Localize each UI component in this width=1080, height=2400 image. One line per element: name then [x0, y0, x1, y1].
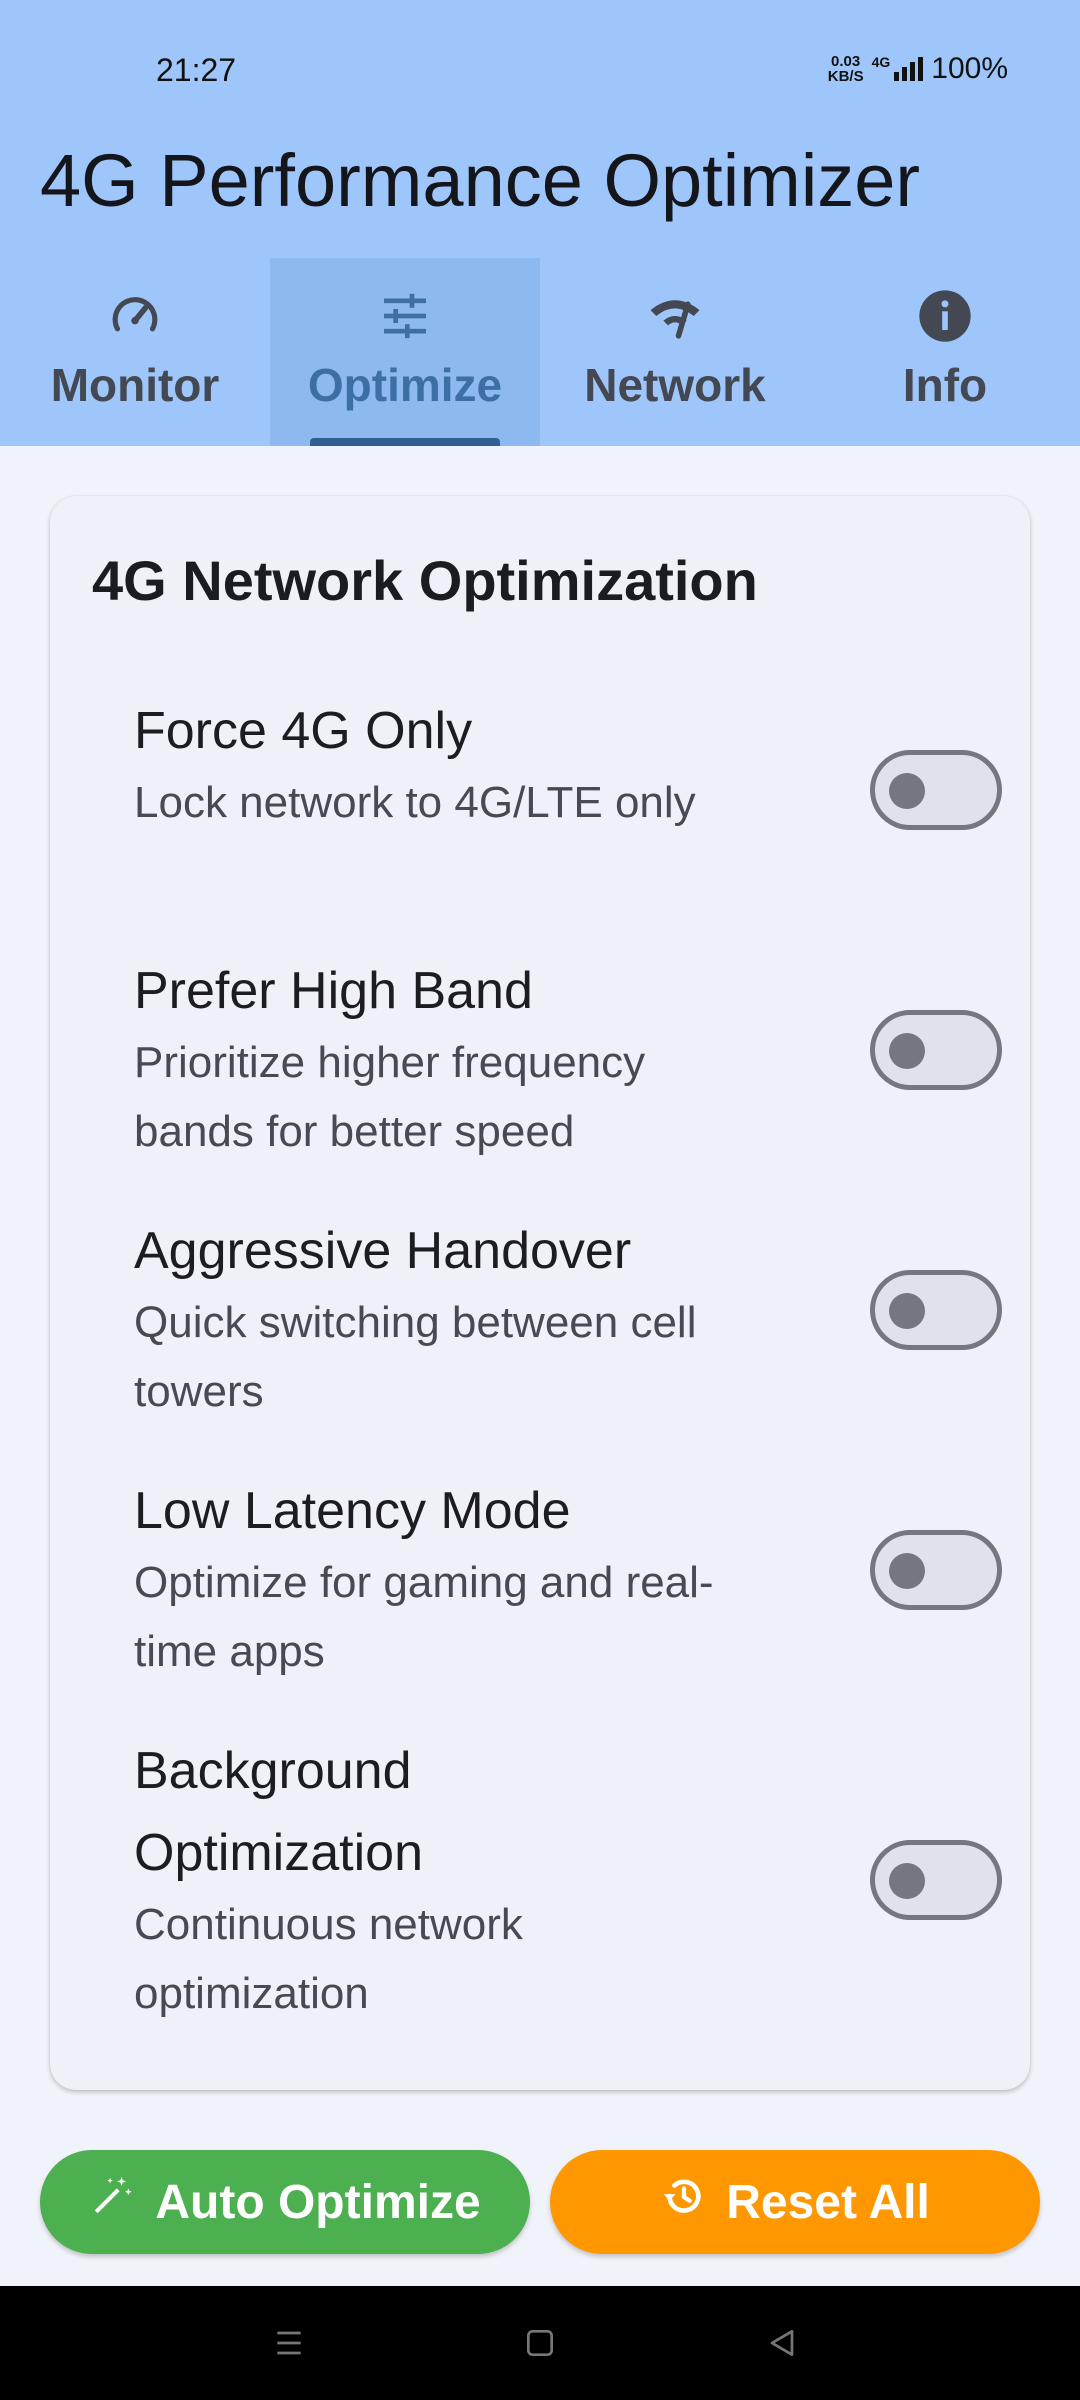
info-icon — [917, 288, 973, 344]
tab-label: Info — [902, 359, 988, 411]
background-optimization-toggle[interactable] — [870, 1840, 1002, 1920]
network-speed-value: 0.03 — [831, 53, 861, 70]
signal-icon — [894, 57, 924, 81]
tab-label: Monitor — [50, 359, 220, 411]
toggle-knob — [889, 1553, 925, 1589]
auto-optimize-label: Auto Optimize — [155, 2175, 481, 2229]
tune-sliders-icon — [377, 288, 433, 344]
option-title: Prefer High Band — [134, 962, 533, 1020]
active-tab-indicator — [310, 438, 500, 446]
option-prefer-high-band: Prefer High Band Prioritize higher frequ… — [134, 950, 1002, 1166]
option-description: Prioritize higher frequency bands for be… — [134, 1038, 646, 1156]
prefer-high-band-toggle[interactable] — [870, 1010, 1002, 1090]
status-indicators: 0.03 KB/S 4G 100% — [828, 52, 1008, 86]
tab-bar: Monitor Optimize Network Info — [0, 258, 1080, 446]
tab-optimize[interactable]: Optimize — [270, 258, 540, 446]
option-title: Aggressive Handover — [134, 1222, 632, 1280]
tab-info[interactable]: Info — [810, 258, 1080, 446]
tab-monitor[interactable]: Monitor — [0, 258, 270, 446]
option-title: Force 4G Only — [134, 702, 473, 760]
optimization-card: 4G Network Optimization Force 4G Only Lo… — [50, 496, 1030, 2090]
tab-label: Optimize — [307, 359, 503, 411]
tab-network[interactable]: Network — [540, 258, 810, 446]
low-latency-toggle[interactable] — [870, 1530, 1002, 1610]
toggle-knob — [889, 1033, 925, 1069]
option-description: Quick switching between cell towers — [134, 1298, 697, 1416]
auto-optimize-button[interactable]: Auto Optimize — [40, 2150, 530, 2254]
option-aggressive-handover: Aggressive Handover Quick switching betw… — [134, 1210, 1002, 1426]
toggle-knob — [889, 1293, 925, 1329]
menu-nav-icon[interactable] — [264, 2318, 314, 2368]
speedometer-icon — [107, 288, 163, 344]
reset-all-button[interactable]: Reset All — [550, 2150, 1040, 2254]
option-description: Lock network to 4G/LTE only — [134, 778, 696, 827]
option-background-optimization: Background Optimization Continuous netwo… — [134, 1730, 1002, 2028]
aggressive-handover-toggle[interactable] — [870, 1270, 1002, 1350]
network-type: 4G — [871, 54, 891, 70]
option-description: Continuous network optimization — [134, 1900, 523, 2018]
battery-level: 100% — [931, 52, 1008, 85]
toggle-knob — [889, 773, 925, 809]
system-nav-bar — [0, 2286, 1080, 2400]
network-wifi-icon — [647, 288, 703, 344]
status-time: 21:27 — [156, 52, 237, 88]
option-title: Background Optimization — [134, 1742, 423, 1882]
status-bar: 21:27 0.03 KB/S 4G 100% — [0, 0, 1080, 140]
home-nav-icon[interactable] — [515, 2318, 565, 2368]
network-speed: 0.03 KB/S — [828, 54, 864, 84]
network-speed-unit: KB/S — [827, 68, 864, 85]
card-title: 4G Network Optimization — [92, 549, 758, 612]
option-title: Low Latency Mode — [134, 1482, 571, 1540]
force-4g-toggle[interactable] — [870, 750, 1002, 830]
app-title: 4G Performance Optimizer — [40, 139, 921, 222]
app-header: 21:27 0.03 KB/S 4G 100% 4G Performance O… — [0, 0, 1080, 446]
magic-wand-icon — [89, 2173, 135, 2231]
back-nav-icon[interactable] — [757, 2318, 807, 2368]
option-low-latency: Low Latency Mode Optimize for gaming and… — [134, 1470, 1002, 1686]
toggle-knob — [889, 1863, 925, 1899]
option-force-4g: Force 4G Only Lock network to 4G/LTE onl… — [134, 690, 1002, 837]
tab-label: Network — [584, 359, 766, 411]
option-description: Optimize for gaming and real-time apps — [134, 1558, 714, 1676]
reset-all-label: Reset All — [726, 2175, 930, 2229]
restore-history-icon — [660, 2173, 706, 2231]
